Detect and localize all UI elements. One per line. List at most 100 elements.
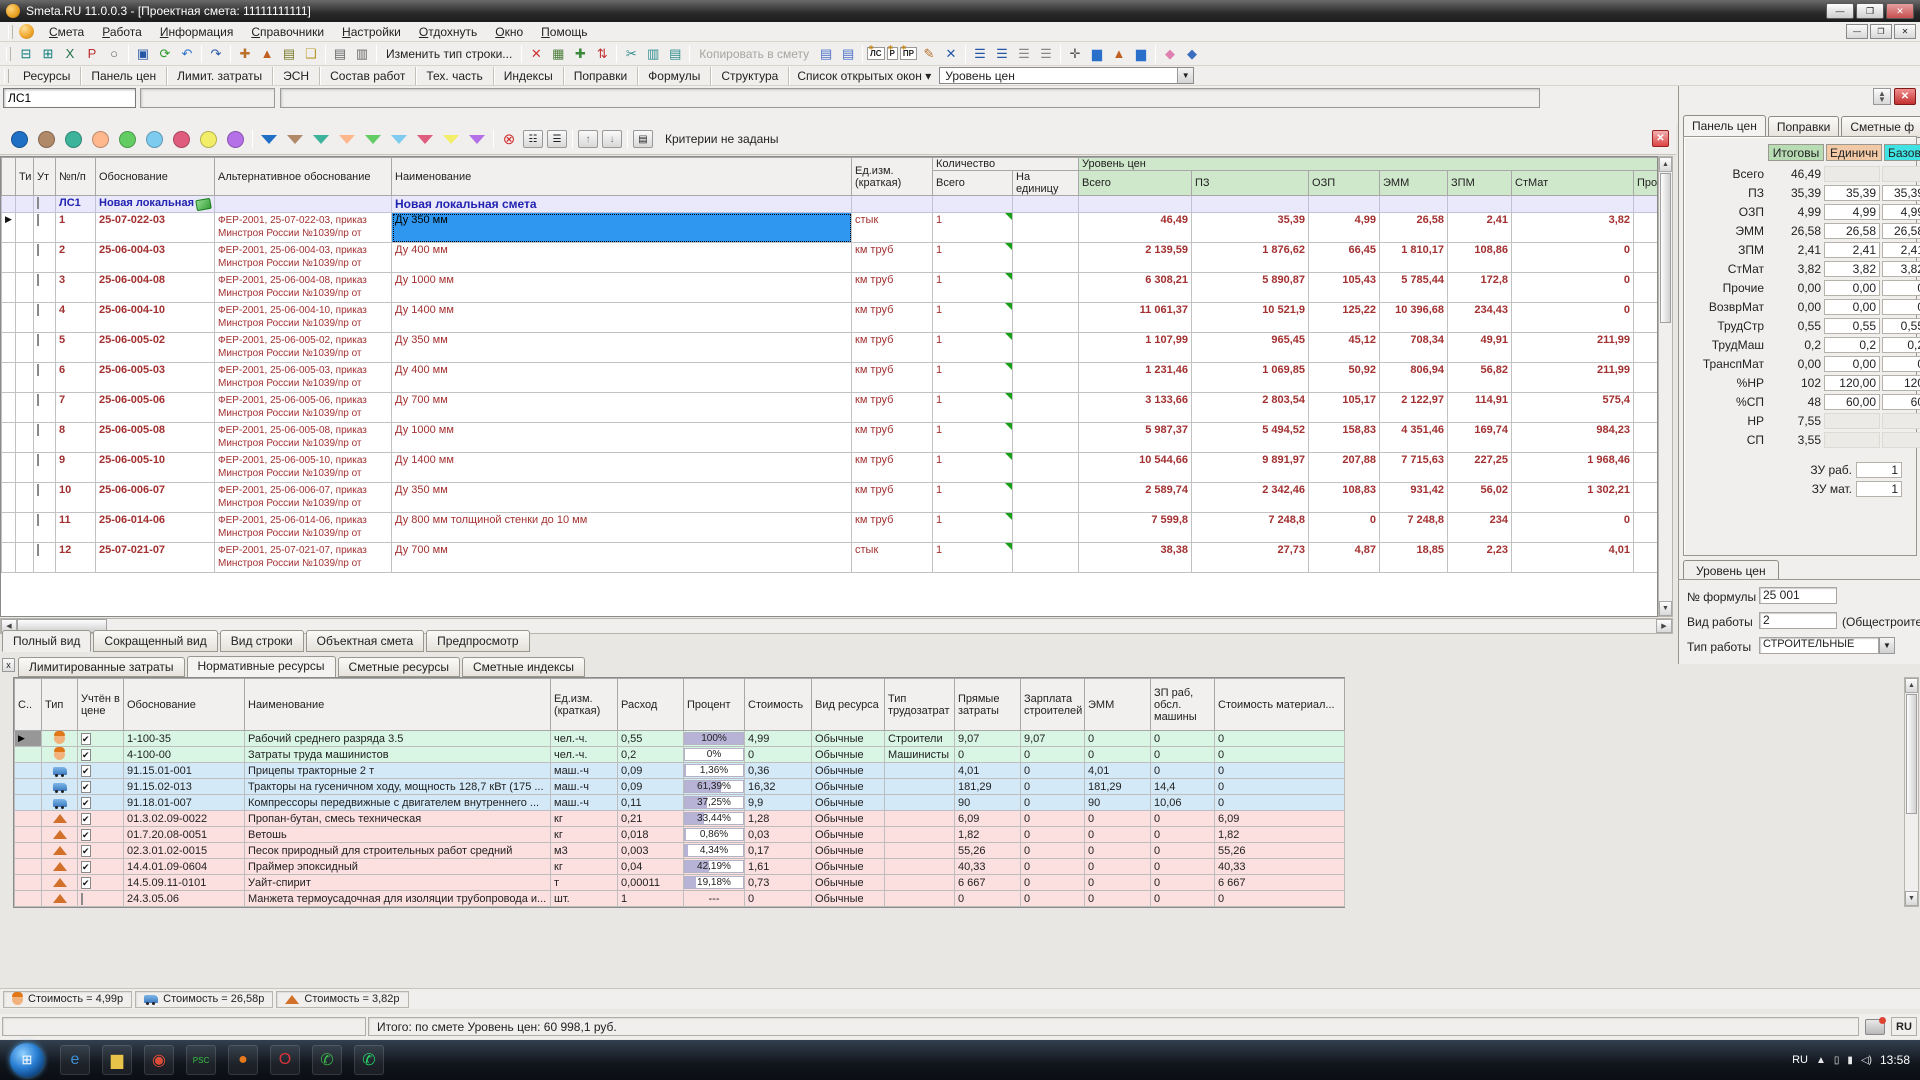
cell-marker[interactable]	[2, 303, 16, 333]
cell-ti[interactable]	[16, 196, 34, 213]
cell-direct-costs[interactable]: 6 667	[955, 875, 1021, 891]
opera-icon[interactable]: O	[270, 1045, 300, 1075]
cell-price-ОЗП[interactable]: 158,83	[1309, 423, 1380, 453]
move-up-icon[interactable]: ↑	[578, 130, 598, 148]
cell-marker[interactable]	[2, 243, 16, 273]
cell-justification[interactable]: 14.5.09.11-0101	[124, 875, 245, 891]
menu-Помощь[interactable]: Помощь	[532, 23, 596, 41]
cell-material-cost[interactable]: 0	[1215, 747, 1345, 763]
cell-unit[interactable]: м3	[551, 843, 618, 859]
scroll-thumb[interactable]	[1906, 694, 1917, 814]
cell-included[interactable]: ✔	[78, 795, 124, 811]
price-unit-value[interactable]: 0,00	[1824, 299, 1880, 315]
cell-included[interactable]: ✔	[78, 747, 124, 763]
cell-labor-type[interactable]	[885, 827, 955, 843]
cell-material-cost[interactable]: 55,26	[1215, 843, 1345, 859]
clear-filter-icon[interactable]: ⊗	[498, 129, 520, 149]
cell-included[interactable]: ✔	[78, 875, 124, 891]
cell-resource-kind[interactable]: Обычные	[812, 827, 885, 843]
cell-ut[interactable]	[34, 453, 56, 483]
cell-resource-kind[interactable]: Обычные	[812, 843, 885, 859]
cell-select[interactable]	[15, 779, 42, 795]
col-ut[interactable]: Ут	[34, 158, 56, 196]
cell-num[interactable]: 1	[56, 213, 96, 243]
cell-type[interactable]	[42, 731, 78, 747]
cell-price-ЗПМ[interactable]: 49,91	[1448, 333, 1512, 363]
panel-spinner-icon[interactable]: ▲▼	[1873, 88, 1891, 105]
cell-price-ПЗ[interactable]: 10 521,9	[1192, 303, 1309, 333]
cell-direct-costs[interactable]: 181,29	[955, 779, 1021, 795]
col-qty-total[interactable]: Всего	[933, 171, 1013, 196]
open-windows-dropdown[interactable]: Список открытых окон ▾	[789, 67, 939, 85]
cell-price-ЗПМ[interactable]: 227,25	[1448, 453, 1512, 483]
color-filter-funnel-8[interactable]	[469, 135, 485, 144]
color-filter-circle-0[interactable]	[11, 131, 28, 148]
cell-name[interactable]: Новая локальная смета	[392, 196, 852, 213]
cell-price-Всего[interactable]: 10 544,66	[1079, 453, 1192, 483]
col-alt-justification[interactable]: Альтернативное обоснование	[215, 158, 392, 196]
cell-price-СтМат[interactable]: 1 302,21	[1512, 483, 1634, 513]
cell-rate[interactable]: 1	[618, 891, 684, 907]
cell-justification[interactable]: 25-06-005-03	[96, 363, 215, 393]
delete-row-icon[interactable]: ✕	[940, 44, 962, 64]
cell-price-СтМат[interactable]: 0	[1512, 303, 1634, 333]
cell-labor-type[interactable]	[885, 859, 955, 875]
price-base-value[interactable]: 0,55	[1882, 318, 1920, 334]
price-unit-value[interactable]	[1824, 432, 1880, 448]
cell-direct-costs[interactable]: 6,09	[955, 811, 1021, 827]
res-col-Наименование[interactable]: Наименование	[245, 679, 551, 731]
zu-input[interactable]: 1	[1856, 481, 1902, 497]
cell-rate[interactable]: 0,11	[618, 795, 684, 811]
cell-unit[interactable]: км труб	[852, 423, 933, 453]
res-col-Зарплата строителей[interactable]: Зарплата строителей	[1021, 679, 1085, 731]
cell-price-ЭММ[interactable]: 18,85	[1380, 543, 1448, 573]
cell-price-ОЗП[interactable]: 66,45	[1309, 243, 1380, 273]
cell-price-Всего[interactable]: 11 061,37	[1079, 303, 1192, 333]
cell-resource-kind[interactable]: Обычные	[812, 763, 885, 779]
menu-Справочники[interactable]: Справочники	[242, 23, 333, 41]
cell-resource-kind[interactable]: Обычные	[812, 875, 885, 891]
search-icon[interactable]: ○	[103, 44, 125, 64]
cell-price-other[interactable]	[1634, 543, 1658, 573]
color-filter-funnel-6[interactable]	[417, 135, 433, 144]
resource-row[interactable]: ▶✔1-100-35Рабочий среднего разряда 3.5че…	[15, 731, 1345, 747]
price-panel-tab-Сметные ф[interactable]: Сметные ф	[1841, 116, 1920, 138]
price-base-value[interactable]: 0	[1882, 356, 1920, 372]
cell-name[interactable]: Песок природный для строительных работ с…	[245, 843, 551, 859]
price-unit-value[interactable]: 0,00	[1824, 280, 1880, 296]
cell-empty[interactable]	[1013, 196, 1079, 213]
menu-Окно[interactable]: Окно	[486, 23, 532, 41]
cell-empty[interactable]	[1512, 196, 1634, 213]
resource-row[interactable]: ✔01.7.20.08-0051Ветошькг0,0180,86%0,03Об…	[15, 827, 1345, 843]
cell-unit[interactable]: км труб	[852, 363, 933, 393]
cell-price-Всего[interactable]: 6 308,21	[1079, 273, 1192, 303]
color-filter-circle-7[interactable]	[200, 131, 217, 148]
resource-row[interactable]: 24.3.05.06Манжета термоусадочная для изо…	[15, 891, 1345, 907]
paste-doc-icon[interactable]: ▤	[815, 44, 837, 64]
cell-price-other[interactable]	[1634, 483, 1658, 513]
res-col-ЭММ[interactable]: ЭММ	[1085, 679, 1151, 731]
cell-justification[interactable]: 25-06-005-10	[96, 453, 215, 483]
cell-unit[interactable]: стык	[852, 543, 933, 573]
cell-unit[interactable]: шт.	[551, 891, 618, 907]
excel-export-icon[interactable]: X	[59, 44, 81, 64]
cell-price-ОЗП[interactable]: 105,43	[1309, 273, 1380, 303]
view-tab-Полный вид[interactable]: Полный вид	[2, 630, 91, 652]
col-price-ОЗП[interactable]: ОЗП	[1309, 171, 1380, 196]
cell-percent[interactable]: 42,19%	[684, 859, 745, 875]
cell-price-ЗПМ[interactable]: 234,43	[1448, 303, 1512, 333]
menu-Смета[interactable]: Смета	[40, 23, 93, 41]
cell-price-other[interactable]	[1634, 213, 1658, 243]
row-checkbox[interactable]	[37, 304, 39, 316]
cell-qty-per-unit[interactable]	[1013, 483, 1079, 513]
col-price-Прочи[interactable]: Прочи	[1634, 171, 1658, 196]
cell-ut[interactable]	[34, 543, 56, 573]
resource-row[interactable]: ✔01.3.02.09-0022Пропан-бутан, смесь техн…	[15, 811, 1345, 827]
cell-price-СтМат[interactable]: 211,99	[1512, 363, 1634, 393]
price-base-value[interactable]: 60	[1882, 394, 1920, 410]
cell-select[interactable]	[15, 859, 42, 875]
price-panel-tab-Поправки[interactable]: Поправки	[1768, 116, 1839, 138]
cell-labor-type[interactable]	[885, 843, 955, 859]
cell-labor-type[interactable]	[885, 763, 955, 779]
res-col-ЗП раб, обсл. машины[interactable]: ЗП раб, обсл. машины	[1151, 679, 1215, 731]
